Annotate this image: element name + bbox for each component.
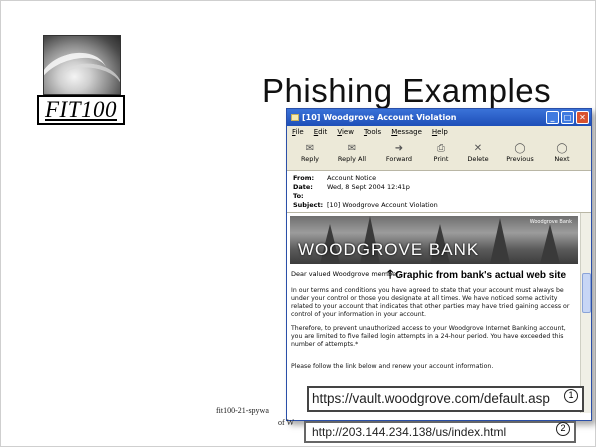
badge-2: 2	[556, 422, 570, 436]
from-value: Account Notice	[327, 174, 377, 182]
scroll-thumb[interactable]	[582, 273, 591, 313]
up-arrow-icon: 🡑	[387, 267, 394, 281]
date-label: Date:	[293, 183, 313, 191]
to-label: To:	[293, 192, 304, 200]
greeting: Dear valued Woodgrove member,	[291, 270, 401, 278]
slide-title: Phishing Examples	[262, 72, 552, 109]
window-title: [10] Woodgrove Account Violation	[302, 113, 457, 122]
bank-name: WOODGROVE BANK	[298, 240, 480, 259]
bank-banner: Woodgrove Bank WOODGROVE BANK	[290, 216, 578, 264]
banner-small-text: Woodgrove Bank	[529, 219, 572, 225]
previous-button[interactable]: ◯ Previous	[498, 139, 542, 170]
logo-text: FIT100	[37, 95, 125, 125]
print-icon: ⎙	[437, 143, 445, 154]
menu-edit[interactable]: Edit	[314, 126, 328, 139]
minimize-button[interactable]: _	[546, 111, 559, 124]
reply-button[interactable]: ✉ Reply	[293, 139, 327, 170]
date-value: Wed, 8 Sept 2004 12:41p	[327, 183, 410, 191]
subject-value: [10] Woodgrove Account Violation	[327, 201, 438, 209]
reply-icon: ✉	[305, 143, 315, 154]
next-icon: ◯	[556, 143, 568, 154]
message-headers: From: Account Notice Date: Wed, 8 Sept 200…	[287, 171, 591, 213]
maximize-button[interactable]: □	[561, 111, 574, 124]
fit100-logo: FIT100	[37, 35, 125, 127]
menu-file[interactable]: File	[292, 126, 304, 139]
body-paragraph-1: In our terms and conditions you have agr…	[291, 287, 570, 318]
email-window: [10] Woodgrove Account Violation _ □ ✕ F…	[286, 108, 592, 421]
menu-tools[interactable]: Tools	[364, 126, 381, 139]
menu-message[interactable]: Message	[391, 126, 422, 139]
previous-icon: ◯	[514, 143, 526, 154]
from-label: From:	[293, 174, 315, 182]
close-button[interactable]: ✕	[576, 111, 589, 124]
footer-line-2: of W	[278, 418, 295, 427]
graphic-callout: 🡑 Graphic from bank's actual web site	[387, 267, 567, 281]
badge-1: 1	[564, 389, 578, 403]
mail-icon	[291, 114, 299, 121]
vertical-scrollbar[interactable]	[580, 213, 591, 413]
subject-label: Subject:	[293, 201, 324, 209]
reply-all-icon: ✉	[347, 143, 357, 154]
print-button[interactable]: ⎙ Print	[424, 139, 458, 170]
delete-icon: ✕	[473, 143, 483, 154]
message-body: Woodgrove Bank WOODGROVE BANK Dear value…	[287, 213, 591, 413]
menu-bar: File Edit View Tools Message Help	[287, 126, 591, 139]
toolbar: ✉ Reply ✉ Reply All ➜ Forward ⎙ Print ✕ Delet…	[287, 139, 591, 171]
next-button[interactable]: ◯ Next	[545, 139, 579, 170]
displayed-link[interactable]: https://vault.woodgrove.com/default.asp	[307, 386, 584, 412]
body-paragraph-2: Therefore, to prevent unauthorized acces…	[291, 325, 566, 348]
delete-button[interactable]: ✕ Delete	[461, 139, 495, 170]
window-titlebar[interactable]: [10] Woodgrove Account Violation _ □ ✕	[287, 109, 591, 126]
body-paragraph-3: Please follow the link below and renew y…	[291, 363, 494, 370]
forward-icon: ➜	[394, 143, 404, 154]
reply-all-button[interactable]: ✉ Reply All	[330, 139, 374, 170]
menu-help[interactable]: Help	[432, 126, 448, 139]
actual-link[interactable]: http://203.144.234.138/us/index.html	[304, 421, 576, 443]
forward-button[interactable]: ➜ Forward	[377, 139, 421, 170]
wave-image	[43, 35, 121, 95]
footer-line-1: fit100-21-spywa	[216, 406, 269, 415]
menu-view[interactable]: View	[337, 126, 354, 139]
